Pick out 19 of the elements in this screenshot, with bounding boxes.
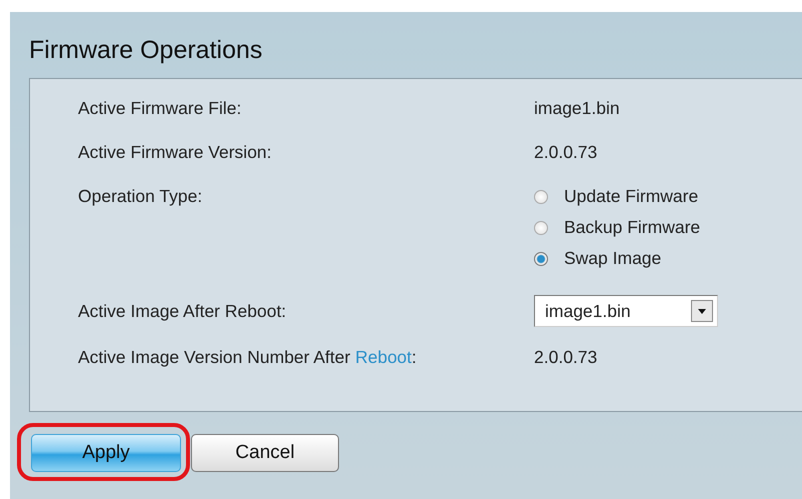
- panel-title: Firmware Operations: [29, 35, 264, 66]
- colon-text: :: [412, 347, 417, 367]
- field-label: Active Image After Reboot:: [78, 300, 286, 320]
- cancel-button[interactable]: Cancel: [191, 434, 339, 472]
- field-label: Active Image Version Number After: [78, 347, 352, 367]
- radio-button[interactable]: [534, 190, 548, 204]
- image-dropdown[interactable]: image1.bin: [534, 295, 718, 327]
- field-value: image1.bin: [534, 98, 620, 118]
- apply-button[interactable]: Apply: [31, 434, 181, 472]
- field-label: Operation Type:: [78, 186, 202, 206]
- radio-label[interactable]: Update Firmware: [564, 186, 698, 207]
- radio-button[interactable]: [534, 220, 548, 234]
- radio-label[interactable]: Swap Image: [564, 248, 662, 269]
- field-label: Active Firmware File:: [78, 98, 242, 118]
- field-value: 2.0.0.73: [534, 142, 598, 162]
- radio-button[interactable]: [534, 252, 548, 266]
- field-label: Active Firmware Version:: [78, 142, 272, 162]
- field-value: 2.0.0.73: [534, 347, 598, 367]
- radio-label[interactable]: Backup Firmware: [564, 217, 700, 238]
